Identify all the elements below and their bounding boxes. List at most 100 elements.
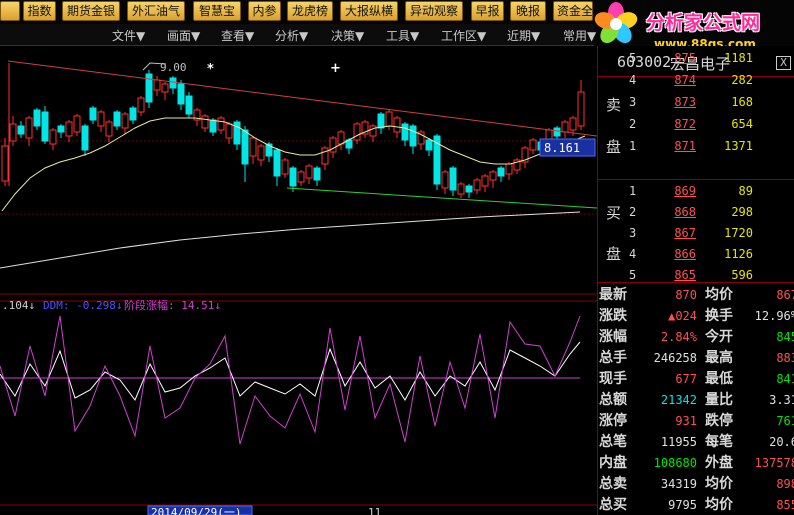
candle-body[interactable] (9, 123, 17, 142)
candle-body[interactable] (209, 119, 217, 133)
candle-body[interactable] (177, 83, 185, 105)
candle-body[interactable] (297, 171, 305, 183)
candle-body[interactable] (121, 113, 129, 129)
candle-body[interactable] (65, 121, 73, 137)
menu-recent[interactable]: 近期▼ (507, 27, 540, 44)
toolbar-button-funds[interactable]: 资金全 (553, 1, 593, 21)
kline-chart[interactable]: 9.00 * + 8.161 .104↓ DDM: -0.298↓ 阶段涨幅: … (0, 46, 598, 515)
ask-row[interactable]: 4 874 282 (598, 69, 794, 91)
candle-body[interactable] (185, 95, 193, 115)
candle-body[interactable] (241, 129, 249, 165)
candle-body[interactable] (217, 117, 225, 131)
toolbar-button-morning[interactable]: 早报 (471, 1, 504, 21)
candle-body[interactable] (49, 129, 57, 145)
candle-body[interactable] (577, 91, 585, 127)
toolbar-button-futures-gold[interactable]: 期货金银 (62, 1, 120, 21)
candle-body[interactable] (313, 167, 321, 181)
candle-body[interactable] (505, 163, 513, 175)
bid-row[interactable]: 3 867 1720 (598, 222, 794, 244)
candle-body[interactable] (529, 139, 537, 151)
toolbar-button-longhubang[interactable]: 龙虎榜 (287, 1, 333, 21)
bid-row[interactable]: 4 866 1126 (598, 243, 794, 265)
candle-body[interactable] (201, 115, 209, 129)
candle-body[interactable] (465, 185, 473, 193)
candle-body[interactable] (169, 77, 177, 89)
bid-row[interactable]: 1 869 89 (598, 180, 794, 202)
candle-body[interactable] (377, 113, 385, 129)
candle-body[interactable] (137, 97, 145, 113)
chart-area[interactable]: 9.00 * + 8.161 .104↓ DDM: -0.298↓ 阶段涨幅: … (0, 46, 598, 515)
candle-body[interactable] (569, 117, 577, 131)
bid-row[interactable]: 2 868 298 (598, 201, 794, 223)
ask-row[interactable]: 3 873 168 (598, 91, 794, 113)
candle-body[interactable] (57, 125, 65, 133)
candle-body[interactable] (481, 175, 489, 187)
candle-body[interactable] (273, 149, 281, 177)
candle-body[interactable] (457, 183, 465, 195)
candle-body[interactable] (425, 139, 433, 151)
ask-price[interactable]: 874 (644, 69, 696, 91)
menu-screen[interactable]: 画面▼ (167, 27, 200, 44)
ask-price[interactable]: 873 (644, 91, 696, 113)
candle-body[interactable] (385, 111, 393, 127)
toolbar-button-forex-oil[interactable]: 外汇油气 (127, 1, 185, 21)
menu-view[interactable]: 查看▼ (221, 27, 254, 44)
candle-body[interactable] (1, 145, 9, 182)
menu-analysis[interactable]: 分析▼ (275, 27, 308, 44)
bid-price[interactable]: 867 (644, 222, 696, 244)
candle-body[interactable] (225, 123, 233, 139)
candle-body[interactable] (305, 165, 313, 179)
menu-file[interactable]: 文件▼ (112, 27, 145, 44)
toolbar-button-evening[interactable]: 晚报 (510, 1, 546, 21)
candle-body[interactable] (321, 147, 329, 165)
candle-body[interactable] (17, 125, 25, 135)
candle-body[interactable] (289, 167, 297, 187)
menu-common[interactable]: 常用▼ (563, 27, 596, 44)
ask-price[interactable]: 875 (644, 47, 696, 69)
candle-body[interactable] (25, 117, 33, 139)
candle-body[interactable] (561, 121, 569, 133)
candle-body[interactable] (393, 117, 401, 133)
candle-body[interactable] (441, 171, 449, 189)
menu-tools[interactable]: 工具▼ (386, 27, 419, 44)
bid-price[interactable]: 868 (644, 201, 696, 223)
toolbar-button-neican[interactable]: 内参 (248, 1, 281, 21)
candle-body[interactable] (153, 79, 161, 91)
candle-body[interactable] (33, 109, 41, 127)
candle-body[interactable] (489, 171, 497, 181)
bid-price[interactable]: 869 (644, 180, 696, 202)
candle-body[interactable] (73, 115, 81, 133)
menu-decision[interactable]: 决策▼ (331, 27, 364, 44)
candle-body[interactable] (281, 159, 289, 175)
candle-body[interactable] (89, 107, 97, 121)
candle-body[interactable] (81, 125, 89, 151)
toolbar-button-index[interactable]: 指数 (23, 1, 56, 21)
candle-body[interactable] (473, 179, 481, 191)
candle-body[interactable] (41, 111, 49, 142)
candle-body[interactable] (97, 111, 105, 127)
ask-price[interactable]: 872 (644, 113, 696, 135)
ask-row[interactable]: 5 875 1181 (598, 47, 794, 69)
candle-body[interactable] (161, 83, 169, 93)
bid-price[interactable]: 866 (644, 243, 696, 265)
candle-body[interactable] (353, 123, 361, 141)
ask-row[interactable]: 2 872 654 (598, 113, 794, 135)
candle-body[interactable] (257, 145, 265, 161)
ask-row[interactable]: 1 871 1371 (598, 135, 794, 157)
toolbar-button-yidong[interactable]: 异动观察 (405, 1, 463, 21)
candle-body[interactable] (337, 131, 345, 145)
candle-body[interactable] (401, 123, 409, 141)
candle-body[interactable] (409, 125, 417, 147)
ask-price[interactable]: 871 (644, 135, 696, 157)
candle-body[interactable] (497, 167, 505, 177)
candle-body[interactable] (249, 137, 257, 157)
candle-body[interactable] (449, 167, 457, 191)
candle-body[interactable] (553, 127, 561, 137)
toolbar-button-zhihuibao[interactable]: 智慧宝 (193, 1, 241, 21)
candle-body[interactable] (105, 121, 113, 137)
candle-body[interactable] (233, 121, 241, 145)
menu-workspace[interactable]: 工作区▼ (441, 27, 486, 44)
candle-body[interactable] (113, 111, 121, 127)
toolbar-edge-button[interactable] (0, 1, 20, 21)
toolbar-button-dabao[interactable]: 大报纵横 (340, 1, 398, 21)
